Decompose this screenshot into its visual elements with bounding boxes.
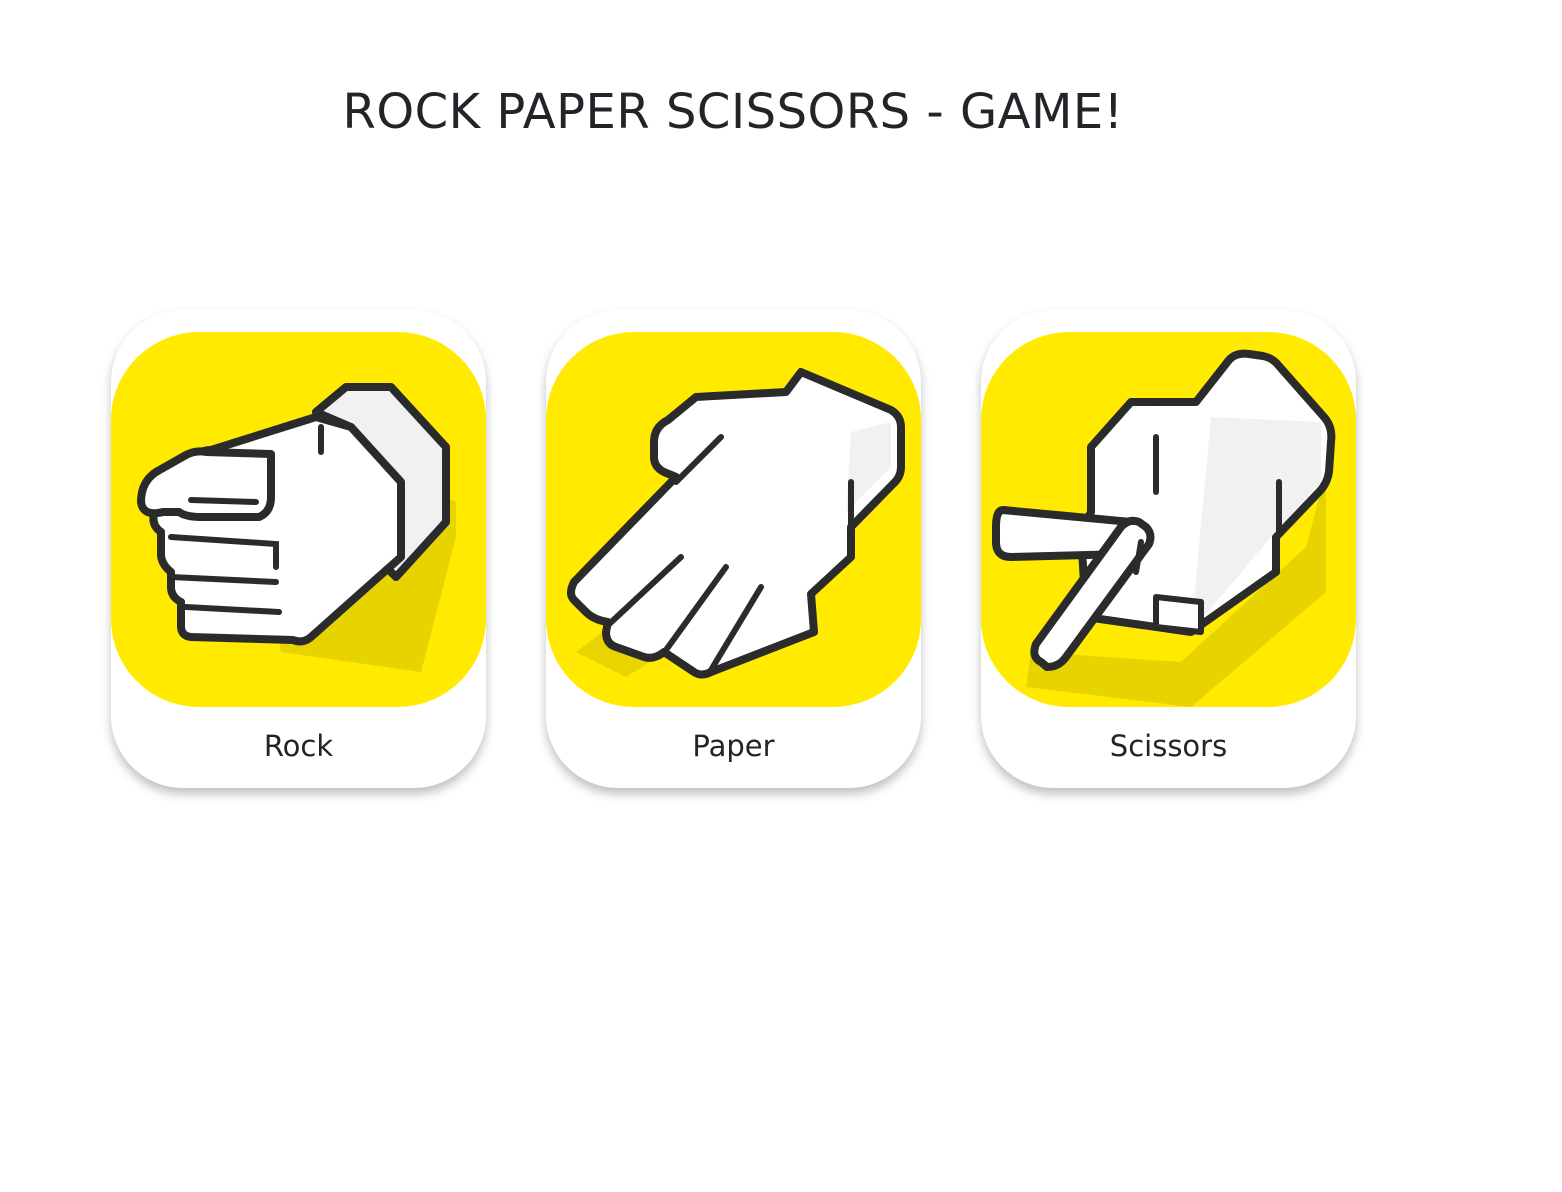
rock-choice-card[interactable]: Rock xyxy=(111,310,486,788)
page-title: ROCK PAPER SCISSORS - GAME! xyxy=(342,84,1124,140)
scissors-choice-card[interactable]: Scissors xyxy=(981,310,1356,788)
rock-label: Rock xyxy=(263,729,334,763)
scissors-label: Scissors xyxy=(1109,729,1228,763)
paper-art xyxy=(546,332,921,707)
rock-art xyxy=(111,332,486,707)
rock-hand-icon xyxy=(137,383,456,672)
paper-hand-icon xyxy=(567,368,905,679)
scissors-art xyxy=(981,332,1356,707)
scissors-hand-icon xyxy=(992,349,1336,707)
paper-choice-card[interactable]: Paper xyxy=(546,310,921,788)
paper-label: Paper xyxy=(692,729,775,763)
